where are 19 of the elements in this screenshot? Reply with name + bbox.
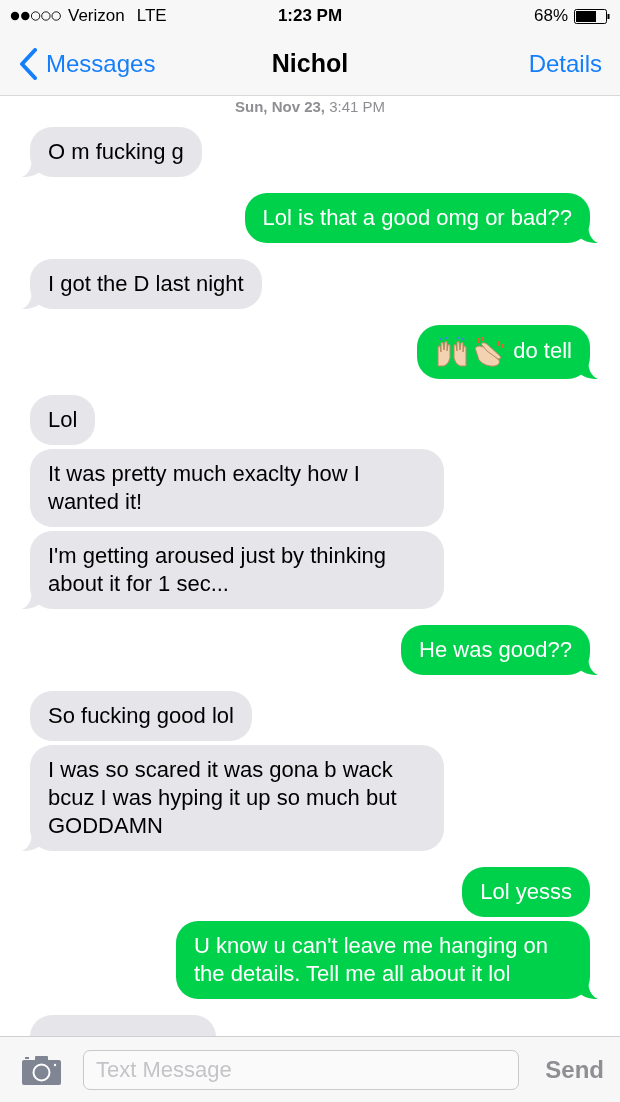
network-type: LTE [136, 6, 167, 26]
signal-icon [10, 11, 62, 21]
battery-icon [574, 8, 610, 24]
message-bubble: Lol [30, 395, 96, 445]
details-button[interactable]: Details [528, 49, 602, 78]
battery-percent: 68% [533, 6, 568, 26]
message-bubble: It was pretty much exaclty how I wanted it! [30, 449, 444, 527]
clock: 1:23 PM [277, 6, 343, 25]
message-bubble: So fucking good lol [30, 691, 252, 741]
camera-icon[interactable] [22, 1054, 61, 1085]
timestamp: Sun, Nov 23, 3:41 PM [234, 98, 386, 115]
conversation-title: Nichol [271, 49, 349, 77]
message-bubble: Lol yesss [462, 867, 590, 917]
clapping-hands-icon [471, 336, 506, 368]
back-button[interactable]: Messages [18, 47, 156, 80]
carrier-name: Verizon [68, 6, 125, 26]
back-chevron-icon [18, 47, 38, 80]
raised-hands-icon [435, 336, 470, 368]
send-button[interactable]: Send [541, 1055, 608, 1084]
